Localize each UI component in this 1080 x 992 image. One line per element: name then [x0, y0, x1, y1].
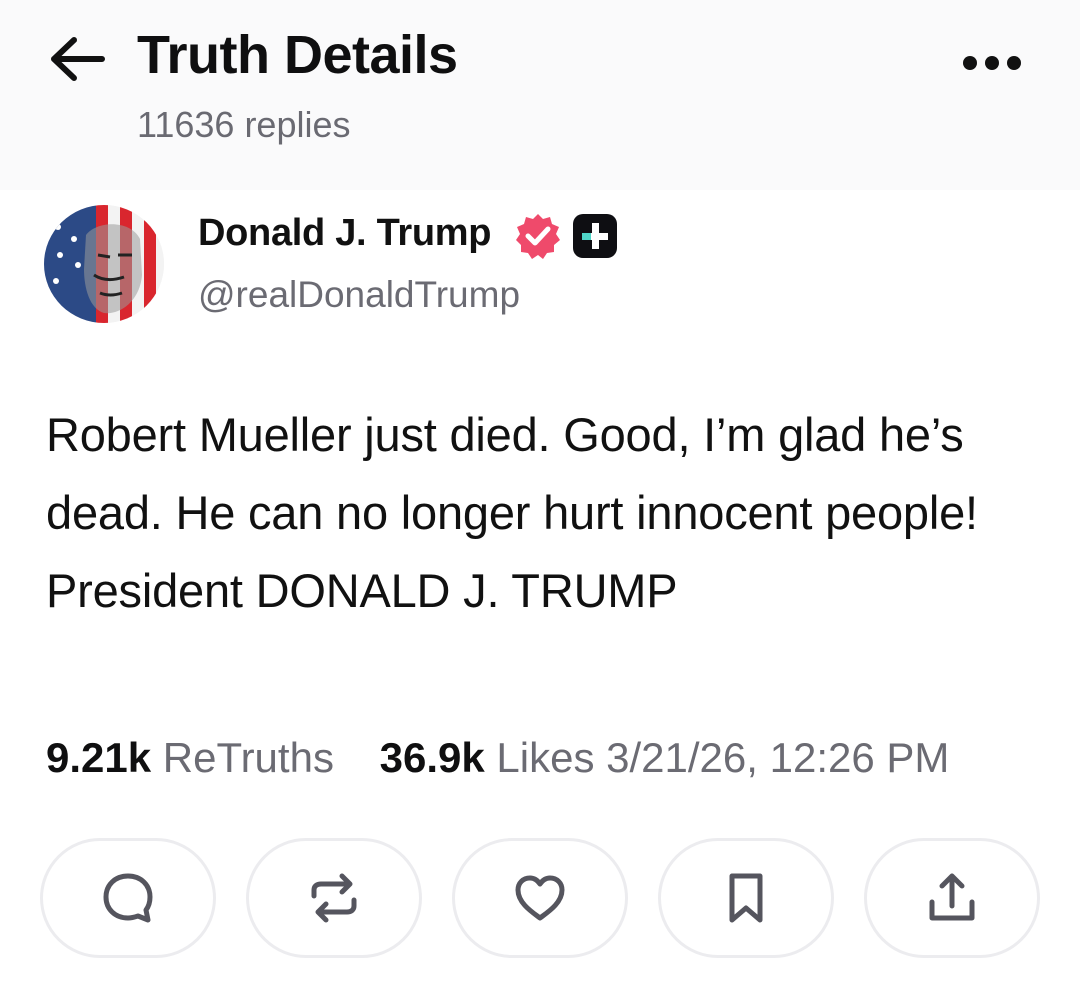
likes-label[interactable]: Likes [496, 734, 594, 781]
post-timestamp: 3/21/26, 12:26 PM [606, 734, 950, 781]
page-header: Truth Details 11636 replies [0, 0, 1080, 190]
reply-icon [103, 873, 153, 923]
likes-count[interactable]: 36.9k [380, 734, 485, 781]
author-handle[interactable]: @realDonaldTrump [198, 274, 520, 316]
retruths-label[interactable]: ReTruths [163, 734, 334, 781]
retruth-button[interactable] [246, 838, 422, 958]
post-stats: 9.21k ReTruths 36.9k Likes 3/21/26, 12:2… [46, 734, 949, 782]
retruths-count[interactable]: 9.21k [46, 734, 151, 781]
arrow-left-icon [51, 37, 105, 81]
action-bar [40, 838, 1040, 962]
page-title: Truth Details [137, 25, 458, 85]
more-options-button[interactable] [960, 46, 1024, 80]
share-button[interactable] [864, 838, 1040, 958]
back-button[interactable] [48, 34, 108, 84]
verified-badge-icon [514, 212, 562, 260]
avatar[interactable] [44, 205, 164, 323]
avatar-flag-portrait-icon [44, 205, 164, 323]
share-icon [929, 873, 975, 921]
retruth-icon [311, 873, 357, 923]
post-text: Robert Mueller just died. Good, I’m glad… [46, 408, 978, 617]
bookmark-icon [729, 873, 763, 923]
replies-count: 11636 replies [137, 104, 351, 145]
author-name[interactable]: Donald J. Trump [198, 212, 492, 255]
truth-plus-badge-icon [573, 214, 617, 258]
bookmark-button[interactable] [658, 838, 834, 958]
reply-button[interactable] [40, 838, 216, 958]
like-button[interactable] [452, 838, 628, 958]
more-horizontal-icon [963, 56, 1021, 70]
heart-icon [515, 875, 565, 921]
